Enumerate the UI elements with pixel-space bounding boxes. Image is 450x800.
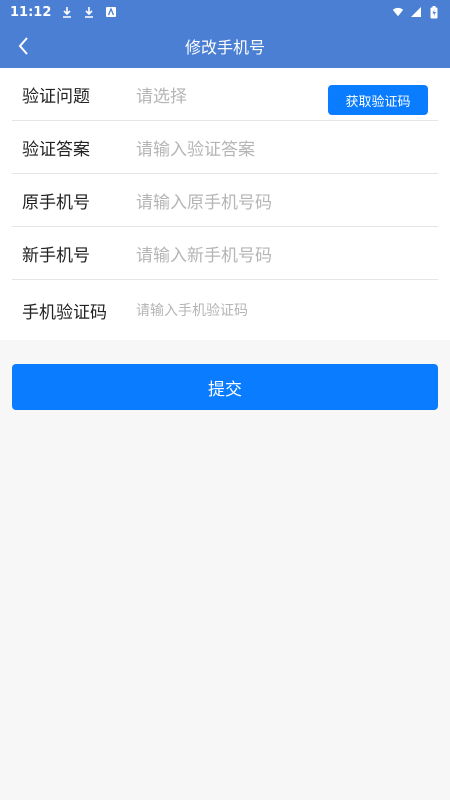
verify-answer-input[interactable]: 请输入验证答案 <box>136 135 438 160</box>
download-icon <box>83 6 95 18</box>
old-phone-row: 原手机号 请输入原手机号码 <box>12 174 438 227</box>
verify-answer-label: 验证答案 <box>22 139 90 160</box>
get-code-button[interactable]: 获取验证码 <box>328 85 428 115</box>
new-phone-row: 新手机号 请输入新手机号码 <box>12 227 438 280</box>
verify-question-label: 验证问题 <box>22 86 90 107</box>
wifi-icon <box>392 6 404 18</box>
app-bar: 修改手机号 <box>0 24 450 68</box>
status-time: 11:12 <box>10 4 52 20</box>
signal-icon <box>410 6 422 18</box>
page-title: 修改手机号 <box>184 38 265 57</box>
download-icon <box>61 6 73 18</box>
verify-answer-row: 验证答案 请输入验证答案 <box>12 121 438 174</box>
back-button[interactable] <box>10 24 38 68</box>
chevron-left-icon <box>18 37 28 55</box>
sms-code-label: 手机验证码 <box>22 302 107 323</box>
sms-code-row: 手机验证码 请输入手机验证码 <box>12 280 438 340</box>
new-phone-label: 新手机号 <box>22 245 90 266</box>
status-bar: 11:12 <box>0 0 450 24</box>
sms-code-input[interactable]: 请输入手机验证码 <box>136 300 438 320</box>
change-phone-form: 验证问题 请选择 验证答案 请输入验证答案 原手机号 请输入原手机号码 新手机号… <box>0 68 450 340</box>
new-phone-input[interactable]: 请输入新手机号码 <box>136 241 438 266</box>
old-phone-input[interactable]: 请输入原手机号码 <box>136 188 438 213</box>
old-phone-label: 原手机号 <box>22 192 90 213</box>
app-notification-icon <box>105 6 117 18</box>
battery-charging-icon <box>428 5 440 18</box>
submit-button[interactable]: 提交 <box>12 364 438 410</box>
